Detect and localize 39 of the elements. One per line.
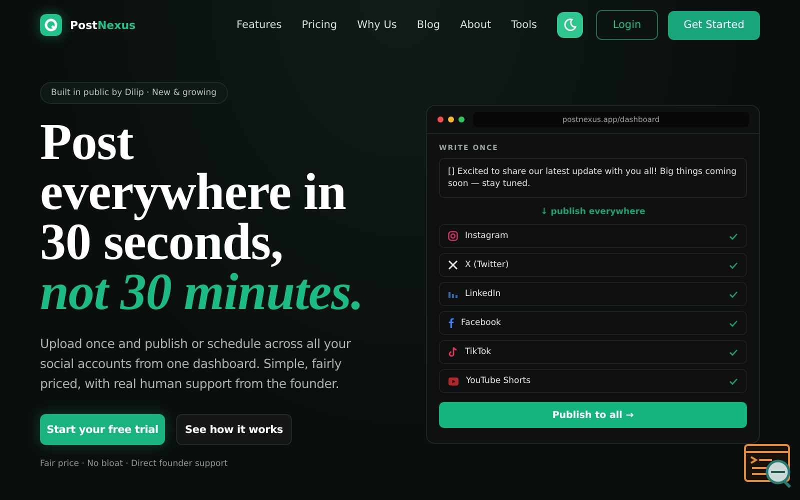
footnote: Fair price · No bloat · Direct founder support	[40, 459, 228, 469]
window-controls-icon	[437, 116, 465, 123]
publish-divider: ↓ publish everywhere	[540, 207, 646, 217]
platform-row[interactable]: Facebook	[439, 311, 747, 335]
headline: Post	[40, 118, 135, 168]
x-icon	[448, 260, 458, 270]
platform-row[interactable]: YouTube Shorts	[439, 369, 747, 393]
theme-toggle-button[interactable]	[557, 12, 583, 38]
platform-row[interactable]: TikTok	[439, 340, 747, 364]
platform-name: YouTube Shorts	[466, 376, 532, 386]
camera-icon	[448, 231, 458, 241]
platform-row[interactable]: LinkedIn	[439, 282, 747, 306]
platform-name: Facebook	[461, 318, 502, 328]
bar-chart-icon	[448, 289, 458, 299]
login-button[interactable]: Login	[596, 10, 658, 40]
platform-name: LinkedIn	[465, 289, 502, 299]
nav-link[interactable]: Why Us	[357, 19, 397, 31]
platform-name: TikTok	[465, 347, 492, 357]
nav-link[interactable]: Tools	[511, 19, 537, 31]
lead-paragraph: Upload once and publish or schedule across all your social accounts from one dashboard. Simple, fairly priced, with real human support from the founder.	[40, 335, 352, 393]
message-box[interactable]: [] Excited to share our latest update with you all! Big things coming soon — stay tuned.	[439, 158, 747, 198]
nav-link[interactable]: Pricing	[302, 19, 338, 31]
logo-icon	[40, 14, 62, 36]
music-note-icon	[448, 347, 458, 357]
nav-link[interactable]: Features	[236, 19, 282, 31]
platform-name: X (Twitter)	[465, 260, 510, 270]
play-icon	[448, 376, 459, 386]
platform-row[interactable]: X (Twitter)	[439, 253, 747, 277]
platform-row[interactable]: Instagram	[439, 224, 747, 248]
headline-accent: not 30 minutes.	[40, 268, 364, 318]
brand-name[interactable]: PostNexus	[70, 18, 136, 32]
nav-link[interactable]: About	[460, 19, 492, 31]
platform-name: Instagram	[465, 231, 510, 241]
headline: everywhere in	[40, 168, 347, 218]
f-icon	[448, 318, 454, 328]
nav-link[interactable]: Blog	[416, 19, 440, 31]
how-it-works-button[interactable]: See how it works	[176, 414, 292, 445]
moon-icon	[563, 18, 577, 32]
badge: Built in public by Dilip · New & growing	[40, 82, 228, 104]
